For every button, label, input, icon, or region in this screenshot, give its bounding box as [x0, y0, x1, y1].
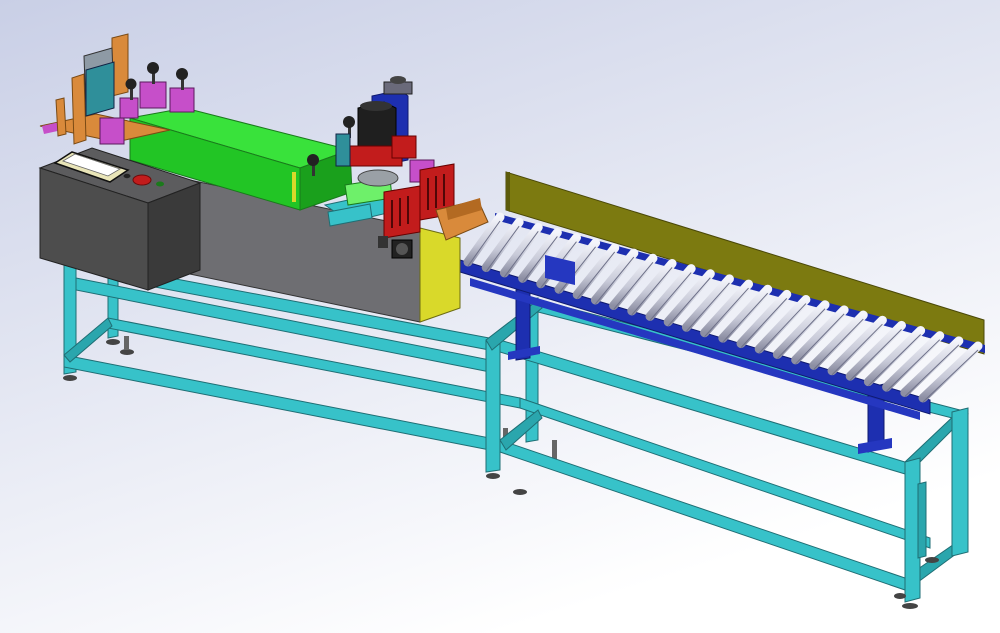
leveling-foot [902, 603, 918, 609]
teal-plate [335, 133, 351, 167]
red-block [391, 135, 417, 159]
teal-panel [85, 61, 115, 117]
leveling-foot [894, 593, 906, 599]
motor-cap [360, 101, 392, 111]
leveling-foot [513, 489, 527, 495]
yellow-rod [292, 172, 296, 202]
connector-icon [378, 236, 388, 248]
frame-leg [917, 481, 927, 559]
guide-plate-edge [506, 172, 510, 212]
fan-center [396, 243, 408, 255]
machine-body-end [419, 227, 461, 323]
red-slotted-plate [383, 185, 421, 239]
frame-leg [485, 337, 501, 473]
button-icon [156, 181, 164, 187]
magenta-clamp [99, 117, 125, 145]
button-icon [123, 173, 131, 179]
magenta-clamp [169, 87, 195, 113]
frame-leg [951, 407, 969, 557]
handwheel-icon [390, 76, 406, 84]
magenta-clamp [119, 97, 139, 119]
leveling-foot [63, 375, 77, 381]
leveling-foot [925, 557, 939, 563]
machine-diagram [0, 0, 1000, 633]
leveling-foot [486, 473, 500, 479]
orange-upright [71, 73, 87, 145]
saw-blade-icon [357, 169, 399, 187]
leveling-foot [106, 339, 120, 345]
cad-render-scene [0, 0, 1000, 633]
orange-upright [55, 97, 67, 137]
emergency-stop-icon [132, 174, 152, 186]
magenta-clamp [139, 81, 167, 109]
leveling-stud [124, 336, 129, 350]
